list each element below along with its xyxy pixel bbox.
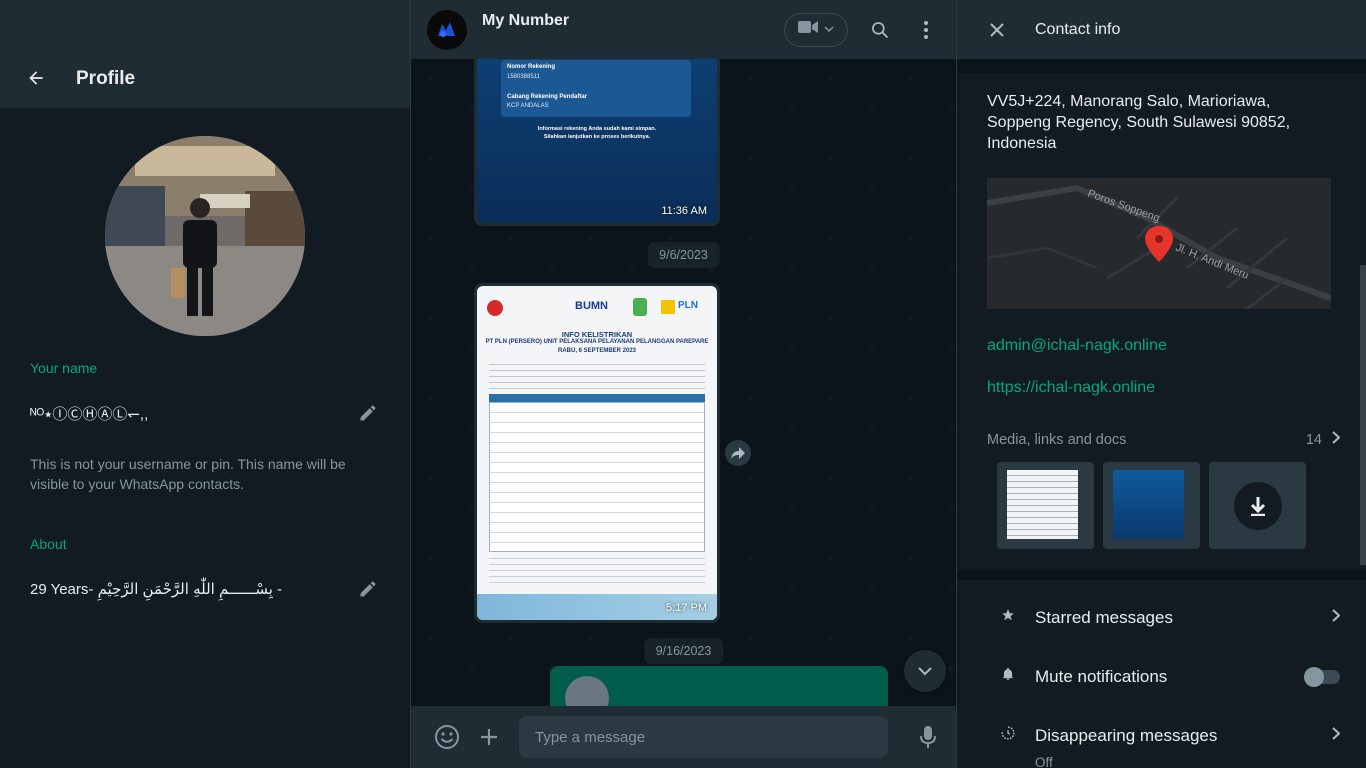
- whatsapp-web-app: Profile Your name ᴺᴼ٭ⒾⒸⒽⒶⓁ↽,, This is no…: [0, 0, 1366, 768]
- contact-info-header: Contact info: [957, 0, 1366, 59]
- bumn-logo: BUMN: [575, 300, 608, 312]
- chevron-right-icon: [1332, 726, 1341, 745]
- message-time: 11:36 AM: [661, 205, 707, 217]
- video-call-button[interactable]: [784, 12, 848, 47]
- message-composer: [411, 706, 956, 768]
- profile-header: Profile: [0, 0, 410, 108]
- media-count: 14: [1305, 431, 1322, 448]
- business-address: VV5J+224, Manorang Salo, Marioriawa, Sop…: [987, 93, 1291, 152]
- doc-title: INFO KELISTRIKAN: [561, 330, 633, 339]
- doc-subtitle: PT PLN (PERSERO) UNIT PELAKSANA PELAYANA…: [485, 339, 709, 345]
- chat-panel: My Number Nomor Rekening 1580388511 Caba…: [411, 0, 956, 768]
- media-label: Media, links and docs: [987, 431, 1127, 448]
- outgoing-message[interactable]: [550, 666, 888, 720]
- location-map[interactable]: Poros Soppeng Jl. H. Andi Meru: [987, 178, 1331, 309]
- disappearing-messages-label: Disappearing messages: [1035, 725, 1218, 745]
- business-email-link[interactable]: admin@ichal-nagk.online: [957, 337, 1366, 355]
- doc-line: KCP ANDALAS: [507, 103, 549, 109]
- starred-messages-row[interactable]: Starred messages: [957, 588, 1366, 647]
- chat-header: My Number: [411, 0, 956, 59]
- media-thumbnail[interactable]: [1103, 462, 1200, 549]
- message-list[interactable]: Nomor Rekening 1580388511 Cabang Rekenin…: [411, 53, 956, 720]
- message-time: 5:17 PM: [666, 602, 707, 614]
- profile-title: Profile: [76, 68, 136, 89]
- chevron-right-icon: [1332, 431, 1341, 448]
- contact-info-title: Contact info: [1035, 20, 1121, 38]
- microphone-icon[interactable]: [914, 723, 942, 751]
- mute-toggle[interactable]: [1304, 666, 1340, 687]
- pln-mark: [661, 300, 675, 314]
- doc-line: Informasi rekening Anda sudah kami simpa…: [537, 126, 657, 132]
- forward-arrow-icon[interactable]: [725, 440, 751, 466]
- chat-contact-avatar[interactable]: [427, 9, 467, 50]
- media-thumbnail[interactable]: [997, 462, 1094, 549]
- business-website-link[interactable]: https://ichal-nagk.online: [957, 379, 1366, 397]
- chat-options-card: Starred messages Mute notifications Disa…: [957, 580, 1366, 768]
- message-input[interactable]: [519, 716, 888, 758]
- starred-messages-label: Starred messages: [1035, 607, 1173, 627]
- media-thumbnails: [957, 462, 1366, 549]
- search-icon[interactable]: [866, 16, 894, 44]
- pln-logo: PLN: [678, 300, 698, 311]
- contact-info-scrollbar[interactable]: [1360, 265, 1366, 565]
- energy-logo: [633, 298, 647, 316]
- your-name-label: Your name: [30, 360, 98, 376]
- disappearing-messages-value: Off: [1035, 755, 1053, 768]
- bell-icon: [1001, 667, 1015, 686]
- video-camera-icon: [798, 20, 818, 39]
- scroll-down-chevron-icon[interactable]: [904, 650, 946, 692]
- back-arrow-icon[interactable]: [24, 66, 48, 90]
- doc-line: Silahkan lanjutkan ke proses berikutnya.: [543, 134, 651, 140]
- asean-logo: [487, 300, 503, 316]
- name-help-text: This is not your username or pin. This n…: [30, 456, 346, 492]
- mute-notifications-label: Mute notifications: [1035, 666, 1168, 686]
- edit-about-pencil-icon[interactable]: [358, 579, 378, 599]
- doc-line: Cabang Rekening Pendaftar: [507, 94, 588, 100]
- star-icon: [1001, 608, 1015, 627]
- attach-plus-icon[interactable]: [475, 723, 503, 751]
- chevron-down-icon: [824, 21, 834, 39]
- chat-contact-name[interactable]: My Number: [482, 12, 569, 30]
- timer-icon: [1001, 726, 1015, 745]
- emoji-icon[interactable]: [433, 723, 461, 751]
- about-label: About: [30, 536, 67, 552]
- download-icon[interactable]: [1233, 481, 1282, 530]
- chevron-right-icon: [1332, 608, 1341, 627]
- business-details-card: VV5J+224, Manorang Salo, Marioriawa, Sop…: [957, 73, 1366, 570]
- profile-photo[interactable]: [105, 136, 305, 336]
- contact-info-panel: Contact info VV5J+224, Manorang Salo, Ma…: [956, 0, 1366, 768]
- about-value: 29 Years- بِسْــــــمِ اللّٰهِ الرَّحْمَ…: [30, 581, 283, 598]
- edit-name-pencil-icon[interactable]: [358, 403, 378, 423]
- media-links-docs-row[interactable]: Media, links and docs 14: [957, 431, 1366, 448]
- date-separator: 9/16/2023: [643, 638, 724, 664]
- name-value: ᴺᴼ٭ⒾⒸⒽⒶⓁ↽,,: [30, 405, 149, 423]
- doc-line: 1580388511: [507, 74, 540, 80]
- menu-dots-icon[interactable]: [912, 16, 940, 44]
- image-message-pln[interactable]: BUMN PLN INFO KELISTRIKAN PT PLN (PERSER…: [474, 283, 720, 623]
- profile-panel: Profile Your name ᴺᴼ٭ⒾⒸⒽⒶⓁ↽,, This is no…: [0, 0, 411, 768]
- media-thumbnail-download[interactable]: [1209, 462, 1306, 549]
- date-separator: 9/6/2023: [647, 242, 720, 268]
- image-message-bank[interactable]: Nomor Rekening 1580388511 Cabang Rekenin…: [474, 53, 720, 226]
- doc-date: RABU, 6 SEPTEMBER 2023: [557, 348, 637, 354]
- doc-line: Nomor Rekening: [507, 64, 556, 70]
- mute-notifications-row[interactable]: Mute notifications: [957, 647, 1366, 706]
- close-icon[interactable]: [983, 16, 1011, 44]
